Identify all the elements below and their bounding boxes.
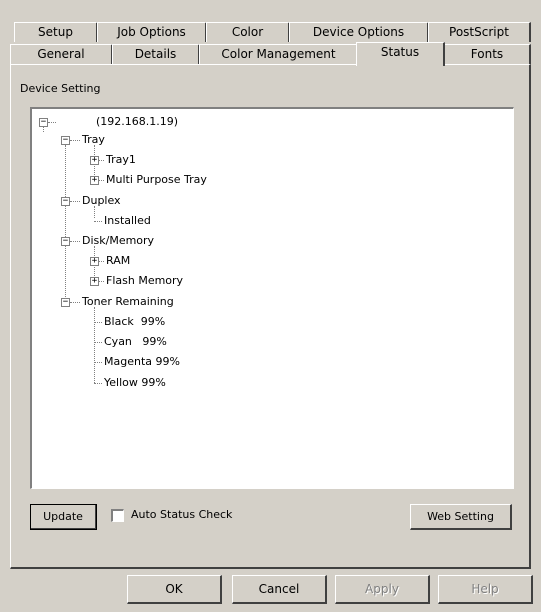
tree-node-tray1[interactable]: Tray1 bbox=[106, 153, 136, 167]
tree-connector bbox=[70, 201, 80, 202]
collapse-icon[interactable]: − bbox=[61, 136, 70, 145]
tab-general[interactable]: General bbox=[10, 44, 113, 64]
tree-node-ram[interactable]: RAM bbox=[106, 254, 130, 268]
update-button[interactable]: Update bbox=[30, 504, 97, 530]
tree-node-tray[interactable]: Tray bbox=[82, 133, 105, 147]
tree-node-toner-remaining[interactable]: Toner Remaining bbox=[82, 295, 174, 309]
cancel-button[interactable]: Cancel bbox=[232, 575, 327, 604]
tree-connector bbox=[43, 127, 44, 132]
tree-node-duplex[interactable]: Duplex bbox=[82, 194, 121, 208]
help-button[interactable]: Help bbox=[438, 575, 533, 604]
auto-status-check-checkbox[interactable] bbox=[111, 509, 124, 522]
tree-node-root[interactable]: (192.168.1.19) bbox=[96, 115, 178, 129]
cancel-button-label: Cancel bbox=[258, 582, 300, 596]
tab-fonts[interactable]: Fonts bbox=[444, 44, 531, 64]
tree-node-magenta[interactable]: Magenta 99% bbox=[104, 355, 180, 369]
device-setting-label: Device Setting bbox=[20, 82, 101, 95]
web-setting-button-label: Web Setting bbox=[427, 510, 494, 523]
ok-button[interactable]: OK bbox=[127, 575, 222, 604]
tree-connector bbox=[94, 221, 102, 222]
tab-setup[interactable]: Setup bbox=[14, 22, 98, 42]
expand-icon[interactable]: + bbox=[90, 156, 99, 165]
device-setting-tree[interactable]: − − + + − − + + − (192.168.1.19) Tray Tr… bbox=[30, 107, 514, 489]
tree-node-flash-memory[interactable]: Flash Memory bbox=[106, 274, 183, 288]
tree-node-black[interactable]: Black 99% bbox=[104, 315, 165, 329]
auto-status-check-label[interactable]: Auto Status Check bbox=[131, 508, 232, 521]
tree-connector bbox=[70, 241, 80, 242]
tree-node-cyan[interactable]: Cyan 99% bbox=[104, 335, 167, 349]
tree-connector bbox=[94, 383, 102, 384]
tree-node-multi-purpose-tray[interactable]: Multi Purpose Tray bbox=[106, 173, 207, 187]
collapse-icon[interactable]: − bbox=[61, 298, 70, 307]
tree-connector bbox=[94, 322, 102, 323]
help-button-label: Help bbox=[471, 582, 499, 596]
tree-connector bbox=[70, 302, 80, 303]
collapse-icon[interactable]: − bbox=[61, 237, 70, 246]
tree-connector bbox=[70, 140, 80, 141]
tab-job-options[interactable]: Job Options bbox=[97, 22, 207, 42]
tree-connector bbox=[48, 122, 56, 123]
tree-node-yellow[interactable]: Yellow 99% bbox=[104, 376, 166, 390]
web-setting-button[interactable]: Web Setting bbox=[410, 504, 512, 530]
update-button-label: Update bbox=[43, 510, 83, 523]
collapse-icon[interactable]: − bbox=[61, 197, 70, 206]
tab-details[interactable]: Details bbox=[112, 44, 200, 64]
tab-color-management[interactable]: Color Management bbox=[199, 44, 359, 64]
tree-connector bbox=[94, 362, 102, 363]
tree-connector bbox=[94, 342, 102, 343]
expand-icon[interactable]: + bbox=[90, 176, 99, 185]
expand-icon[interactable]: + bbox=[90, 277, 99, 286]
tree-node-installed[interactable]: Installed bbox=[104, 214, 151, 228]
collapse-icon[interactable]: − bbox=[39, 118, 48, 127]
apply-button-label: Apply bbox=[365, 582, 399, 596]
tab-device-options[interactable]: Device Options bbox=[289, 22, 429, 42]
active-tab-join bbox=[357, 63, 443, 66]
apply-button[interactable]: Apply bbox=[335, 575, 430, 604]
tab-postscript[interactable]: PostScript bbox=[428, 22, 531, 42]
tree-connector bbox=[65, 145, 66, 303]
tree-node-disk-memory[interactable]: Disk/Memory bbox=[82, 234, 154, 248]
tree-connector bbox=[94, 307, 95, 383]
ok-button-label: OK bbox=[165, 582, 183, 596]
expand-icon[interactable]: + bbox=[90, 257, 99, 266]
tab-color[interactable]: Color bbox=[206, 22, 290, 42]
